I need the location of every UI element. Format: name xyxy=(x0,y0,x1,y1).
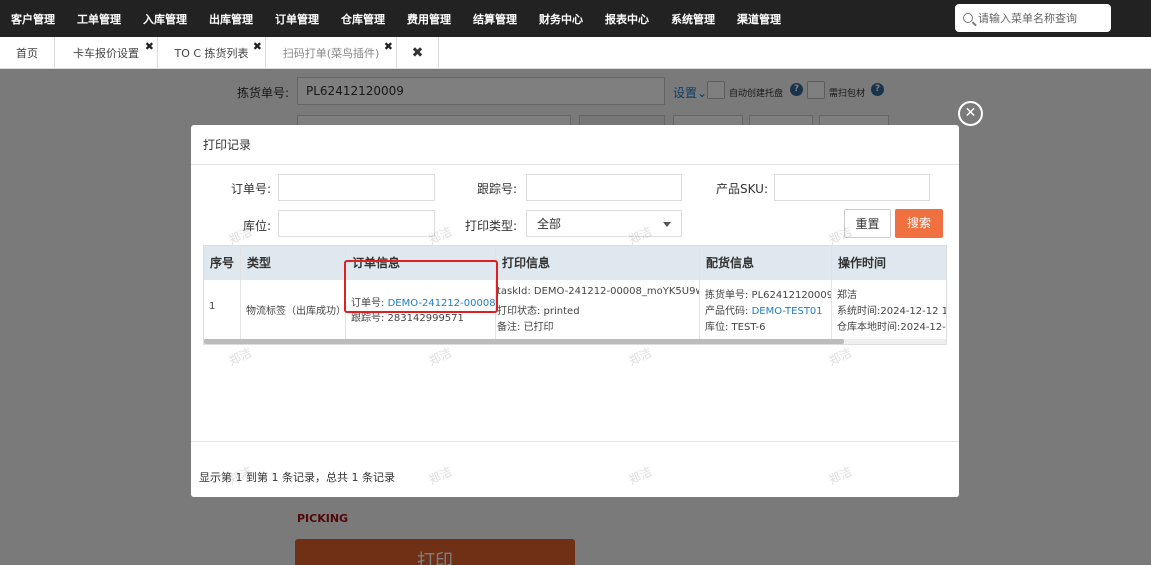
menu-workorder[interactable]: 工单管理 xyxy=(66,11,132,27)
print-records-modal: 打印记录 订单号: 跟踪号: 产品SKU: 库位: 打印类型: 全部 重置 搜索… xyxy=(191,125,959,497)
close-icon: ✖ xyxy=(411,45,424,61)
tab-toc-picking[interactable]: TO C 拣货列表 ✖ xyxy=(158,37,266,69)
col-pick-info: 配货信息 xyxy=(700,246,832,280)
print-type-label: 打印类型: xyxy=(464,219,517,233)
menu-channel[interactable]: 渠道管理 xyxy=(726,11,792,27)
row-pick-cell: 拣货单号: PL62412120009 产品代码: DEMO-TEST01 库位… xyxy=(700,280,832,342)
product-line: 产品代码: DEMO-TEST01 xyxy=(705,302,823,317)
menu-settlement[interactable]: 结算管理 xyxy=(462,11,528,27)
tracking-label: 跟踪号: xyxy=(476,182,517,196)
modal-title: 打印记录 xyxy=(191,125,959,165)
menu-orders[interactable]: 订单管理 xyxy=(264,11,330,27)
menu-reports[interactable]: 报表中心 xyxy=(594,11,660,27)
table-header: 序号 类型 订单信息 打印信息 配货信息 操作时间 xyxy=(204,246,946,280)
search-button[interactable]: 搜索 xyxy=(895,209,943,238)
operator-name: 郑洁 xyxy=(837,290,857,301)
row-time-cell: 郑洁 系统时间:2024-12-12 14: 仓库本地时间:2024-12-11 xyxy=(832,280,947,342)
local-time: 仓库本地时间:2024-12-11 xyxy=(837,322,947,333)
tab-bar: 首页 卡车报价设置 ✖ TO C 拣货列表 ✖ 扫码打单(菜鸟插件) ✖ ✖ xyxy=(0,37,1151,69)
menu-outbound[interactable]: 出库管理 xyxy=(198,11,264,27)
pick-number: 拣货单号: PL62412120009 xyxy=(705,290,832,301)
row-type-cell: 物流标签（出库成功） xyxy=(241,280,346,342)
top-navigation: 客户管理 工单管理 入库管理 出库管理 订单管理 仓库管理 费用管理 结算管理 … xyxy=(0,0,1151,37)
col-type: 类型 xyxy=(241,246,346,280)
order-label: 订单号: xyxy=(230,182,271,196)
col-print-info: 打印信息 xyxy=(496,246,700,280)
menu-fees[interactable]: 费用管理 xyxy=(396,11,462,27)
close-icon[interactable]: ✖ xyxy=(384,41,393,52)
search-icon xyxy=(963,13,973,23)
tab-home[interactable]: 首页 xyxy=(0,37,55,69)
print-remark: 备注: 已打印 xyxy=(497,322,554,333)
row-type: 物流标签（出库成功） xyxy=(246,306,346,317)
print-status: 打印状态: printed xyxy=(497,306,580,317)
menu-inbound[interactable]: 入库管理 xyxy=(132,11,198,27)
row-location: 库位: TEST-6 xyxy=(705,322,766,333)
product-sku-input[interactable] xyxy=(774,174,930,201)
menu-search-input[interactable] xyxy=(978,11,1103,25)
tab-label: TO C 拣货列表 xyxy=(174,47,249,60)
reset-button[interactable]: 重置 xyxy=(844,209,891,238)
main-menu: 客户管理 工单管理 入库管理 出库管理 订单管理 仓库管理 费用管理 结算管理 … xyxy=(0,0,792,37)
tab-label: 扫码打单(菜鸟插件) xyxy=(282,47,380,60)
menu-search-box xyxy=(955,4,1111,32)
tracking-number-input[interactable] xyxy=(526,174,682,201)
pagination-footer: 显示第 1 到第 1 条记录，总共 1 条记录 xyxy=(191,441,959,497)
table-row: 1 物流标签（出库成功） 订单号: DEMO-241212-00008 跟踪号:… xyxy=(204,280,947,342)
product-code-link[interactable]: DEMO-TEST01 xyxy=(752,306,823,317)
task-id: taskId: DEMO-241212-00008_moYK5U9w xyxy=(497,286,700,297)
menu-finance[interactable]: 财务中心 xyxy=(528,11,594,27)
horizontal-scrollbar[interactable] xyxy=(204,339,946,344)
close-icon[interactable]: ✖ xyxy=(253,41,262,52)
tab-scan-print[interactable]: 扫码打单(菜鸟插件) ✖ xyxy=(266,37,397,69)
close-icon: ✕ xyxy=(964,105,977,121)
col-operation-time: 操作时间 xyxy=(838,256,887,270)
tab-truck-quote[interactable]: 卡车报价设置 ✖ xyxy=(55,37,158,69)
product-prefix: 产品代码: xyxy=(705,306,749,317)
close-icon[interactable]: ✖ xyxy=(145,41,154,52)
system-time: 系统时间:2024-12-12 14: xyxy=(837,306,947,317)
row-index-cell: 1 xyxy=(204,280,241,342)
col-index: 序号 xyxy=(204,246,241,280)
pagination-info: 显示第 1 到第 1 条记录，总共 1 条记录 xyxy=(199,471,395,484)
menu-system[interactable]: 系统管理 xyxy=(660,11,726,27)
close-all-tabs-button[interactable]: ✖ xyxy=(397,37,439,69)
order-number-input[interactable] xyxy=(278,174,435,201)
tab-label: 卡车报价设置 xyxy=(73,47,139,60)
menu-warehouse[interactable]: 仓库管理 xyxy=(330,11,396,27)
location-input[interactable] xyxy=(278,210,435,237)
tab-label: 首页 xyxy=(16,47,38,60)
highlight-box xyxy=(344,260,498,313)
location-label: 库位: xyxy=(242,219,271,233)
row-print-cell: taskId: DEMO-241212-00008_moYK5U9w 打印状态:… xyxy=(496,280,700,342)
scrollbar-thumb[interactable] xyxy=(204,339,844,344)
print-type-select[interactable]: 全部 xyxy=(526,210,682,237)
row-index: 1 xyxy=(209,301,216,312)
modal-close-button[interactable]: ✕ xyxy=(958,101,983,126)
menu-customer[interactable]: 客户管理 xyxy=(0,11,66,27)
print-records-table: 序号 类型 订单信息 打印信息 配货信息 操作时间 1 物流标签（出库成功） 订… xyxy=(203,245,947,345)
divider xyxy=(191,441,959,442)
sku-label: 产品SKU: xyxy=(716,182,768,196)
